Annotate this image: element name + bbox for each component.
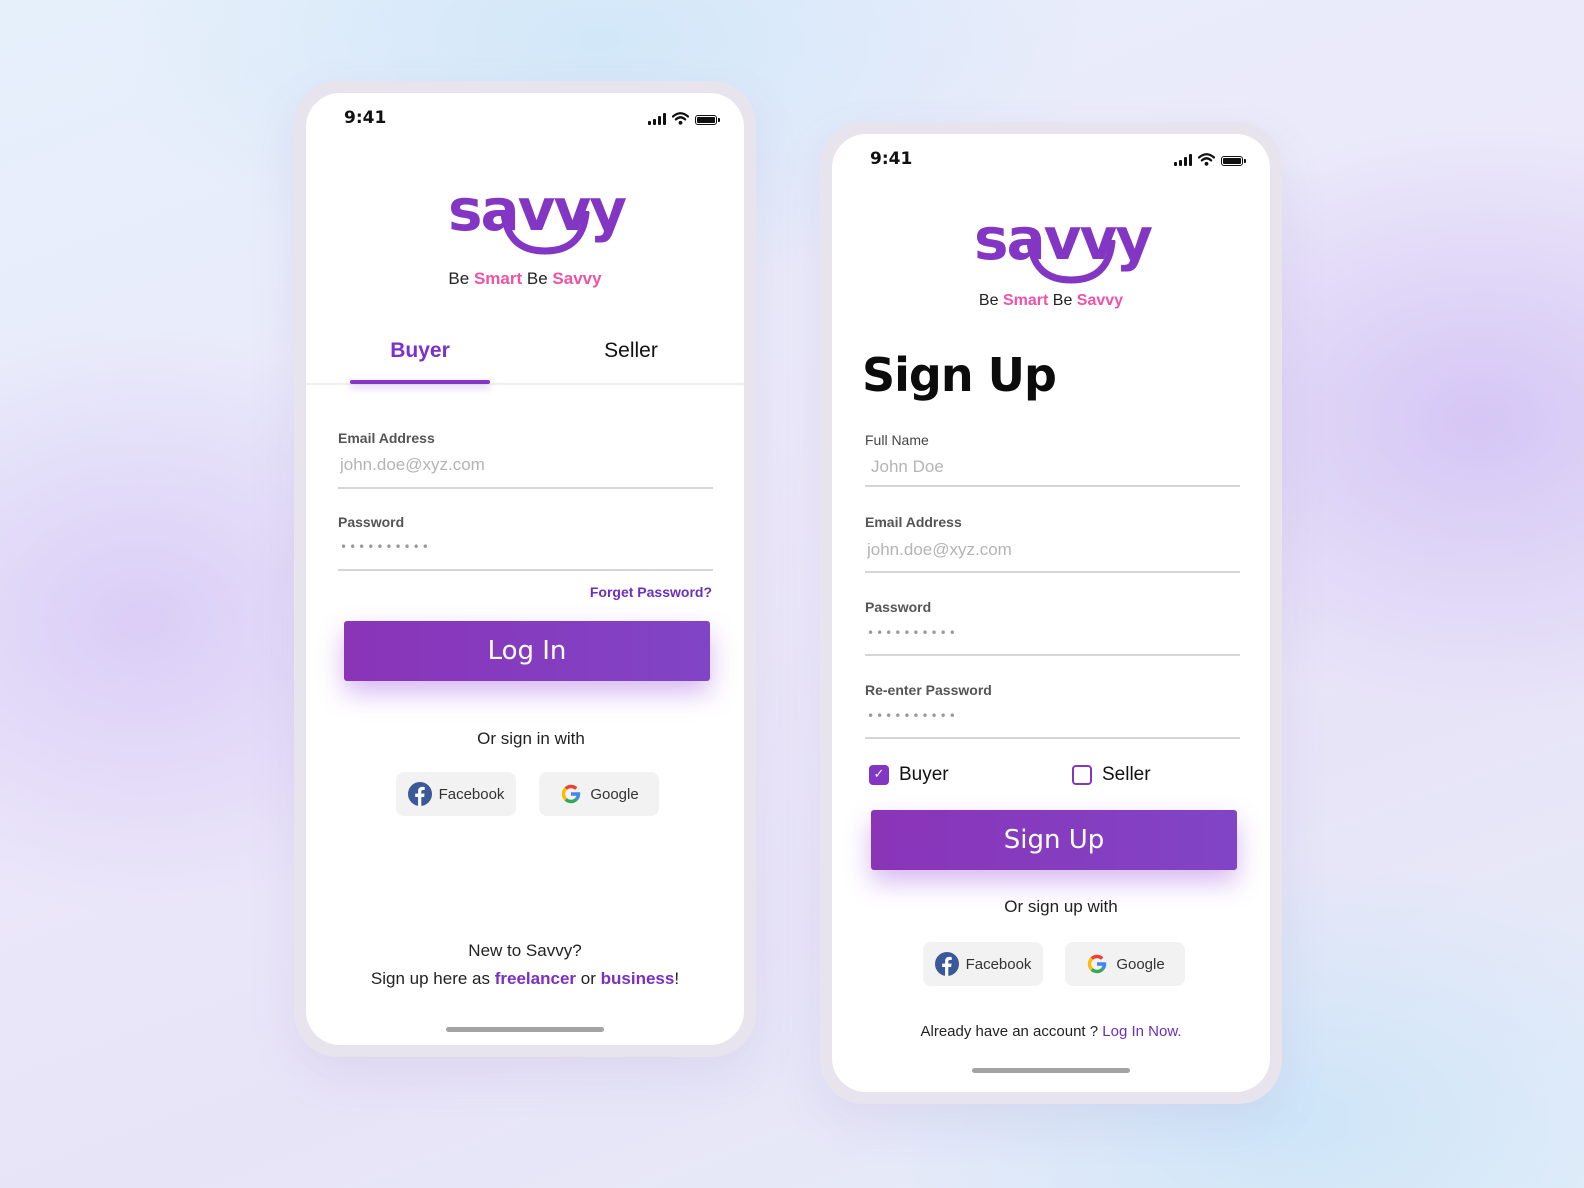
password-label: Password [338, 514, 405, 530]
seller-checkbox[interactable] [1072, 765, 1092, 785]
wifi-icon [1198, 153, 1215, 166]
facebook-label: Facebook [965, 955, 1032, 973]
tab-buyer[interactable]: Buyer [350, 339, 490, 363]
signup-button[interactable]: Sign Up [871, 810, 1237, 870]
freelancer-link[interactable]: freelancer [495, 969, 576, 988]
tagline: Be Smart Be Savvy [448, 269, 602, 288]
google-label: Google [1116, 955, 1165, 973]
home-indicator [972, 1068, 1130, 1073]
battery-icon [695, 115, 720, 125]
battery-icon [1221, 156, 1246, 166]
cellular-signal-icon [648, 113, 666, 125]
password-underline [865, 654, 1240, 656]
new-to-savvy-text: New to Savvy? [468, 941, 582, 960]
tab-seller[interactable]: Seller [561, 339, 701, 363]
cellular-signal-icon [1174, 154, 1192, 166]
or-sign-up-with-text: Or sign up with [1004, 897, 1118, 916]
facebook-icon [934, 952, 959, 976]
full-name-input[interactable] [871, 457, 1231, 477]
email-underline [338, 487, 713, 489]
password-input[interactable]: •••••••••• [867, 626, 958, 640]
business-link[interactable]: business [601, 969, 675, 988]
password-input[interactable]: •••••••••• [340, 540, 431, 554]
buyer-option[interactable]: ✓ Buyer [869, 764, 949, 786]
page-title: Sign Up [862, 348, 1057, 402]
email-input[interactable] [340, 455, 710, 475]
signup-phone-frame: 9:41 savvy Be Smart Be Savvy Sign Up Ful… [820, 122, 1282, 1104]
facebook-button[interactable]: Facebook [396, 772, 516, 816]
seller-checkbox-label: Seller [1102, 764, 1151, 785]
seller-option[interactable]: Seller [1072, 764, 1151, 786]
google-button[interactable]: Google [539, 772, 659, 816]
password-label: Password [865, 599, 932, 615]
status-time: 9:41 [870, 149, 913, 169]
forget-password-link[interactable]: Forget Password? [590, 584, 712, 600]
google-label: Google [590, 785, 639, 803]
email-underline [865, 571, 1240, 573]
google-icon [562, 784, 581, 804]
facebook-button[interactable]: Facebook [923, 942, 1043, 986]
email-label: Email Address [338, 430, 435, 446]
full-name-underline [865, 485, 1240, 487]
signup-options-text: Sign up here as freelancer or business! [370, 969, 680, 988]
status-icons [1174, 153, 1246, 166]
buyer-checkbox-label: Buyer [899, 764, 949, 785]
full-name-label: Full Name [865, 432, 929, 448]
facebook-icon [407, 782, 432, 806]
status-time: 9:41 [344, 108, 387, 128]
logo-smile-mark [500, 211, 590, 255]
google-icon [1088, 954, 1107, 974]
savvy-logo: savvy [444, 181, 627, 261]
wifi-icon [672, 112, 689, 125]
logo-smile-mark [1026, 240, 1116, 284]
reenter-password-label: Re-enter Password [865, 682, 992, 698]
home-indicator [446, 1027, 604, 1032]
tagline: Be Smart Be Savvy [978, 292, 1124, 309]
status-icons [648, 112, 720, 125]
email-input[interactable] [867, 540, 1227, 560]
login-button[interactable]: Log In [344, 621, 710, 681]
already-have-account-text: Already have an account ? Log In Now. [920, 1023, 1182, 1040]
or-sign-in-with-text: Or sign in with [477, 729, 585, 748]
savvy-logo: savvy [970, 210, 1153, 290]
reenter-password-input[interactable]: •••••••••• [867, 709, 958, 723]
reenter-password-underline [865, 737, 1240, 739]
login-now-link[interactable]: Log In Now. [1102, 1023, 1181, 1040]
login-phone-frame: 9:41 savvy Be Smart Be Savvy Buyer Selle… [294, 81, 756, 1057]
signup-screen: 9:41 savvy Be Smart Be Savvy Sign Up Ful… [832, 134, 1270, 1092]
password-underline [338, 569, 713, 571]
email-label: Email Address [865, 514, 962, 530]
login-screen: 9:41 savvy Be Smart Be Savvy Buyer Selle… [306, 93, 744, 1045]
buyer-checkbox[interactable]: ✓ [869, 765, 889, 785]
facebook-label: Facebook [438, 785, 505, 803]
tab-active-indicator [350, 380, 490, 384]
google-button[interactable]: Google [1065, 942, 1185, 986]
